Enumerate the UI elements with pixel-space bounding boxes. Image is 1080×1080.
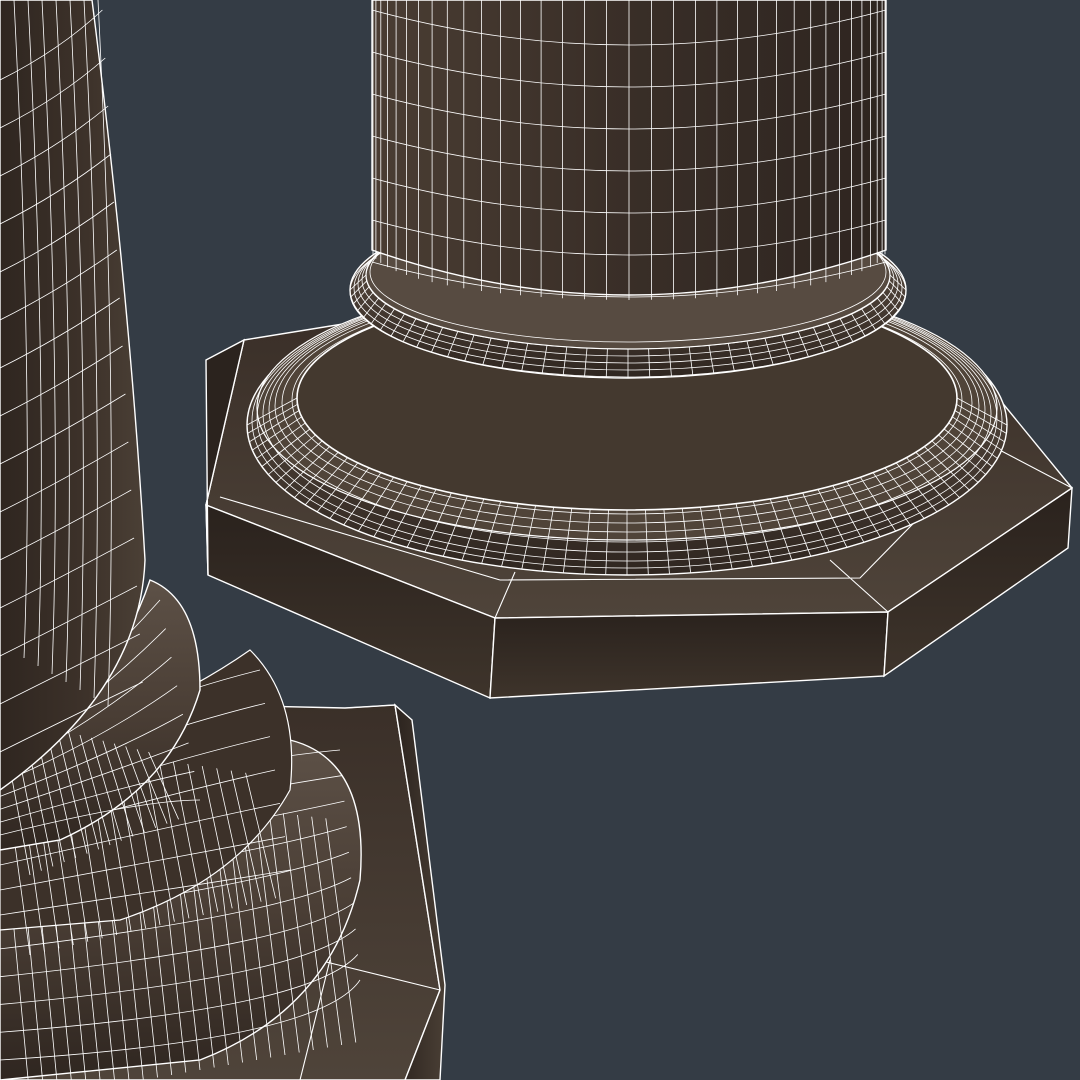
viewport (0, 0, 1080, 1080)
right-column-shaft (371, 0, 887, 300)
viewport-render (0, 0, 1074, 1080)
right-plinth-side-front (489, 611, 889, 699)
column-base-right (205, 0, 1074, 700)
